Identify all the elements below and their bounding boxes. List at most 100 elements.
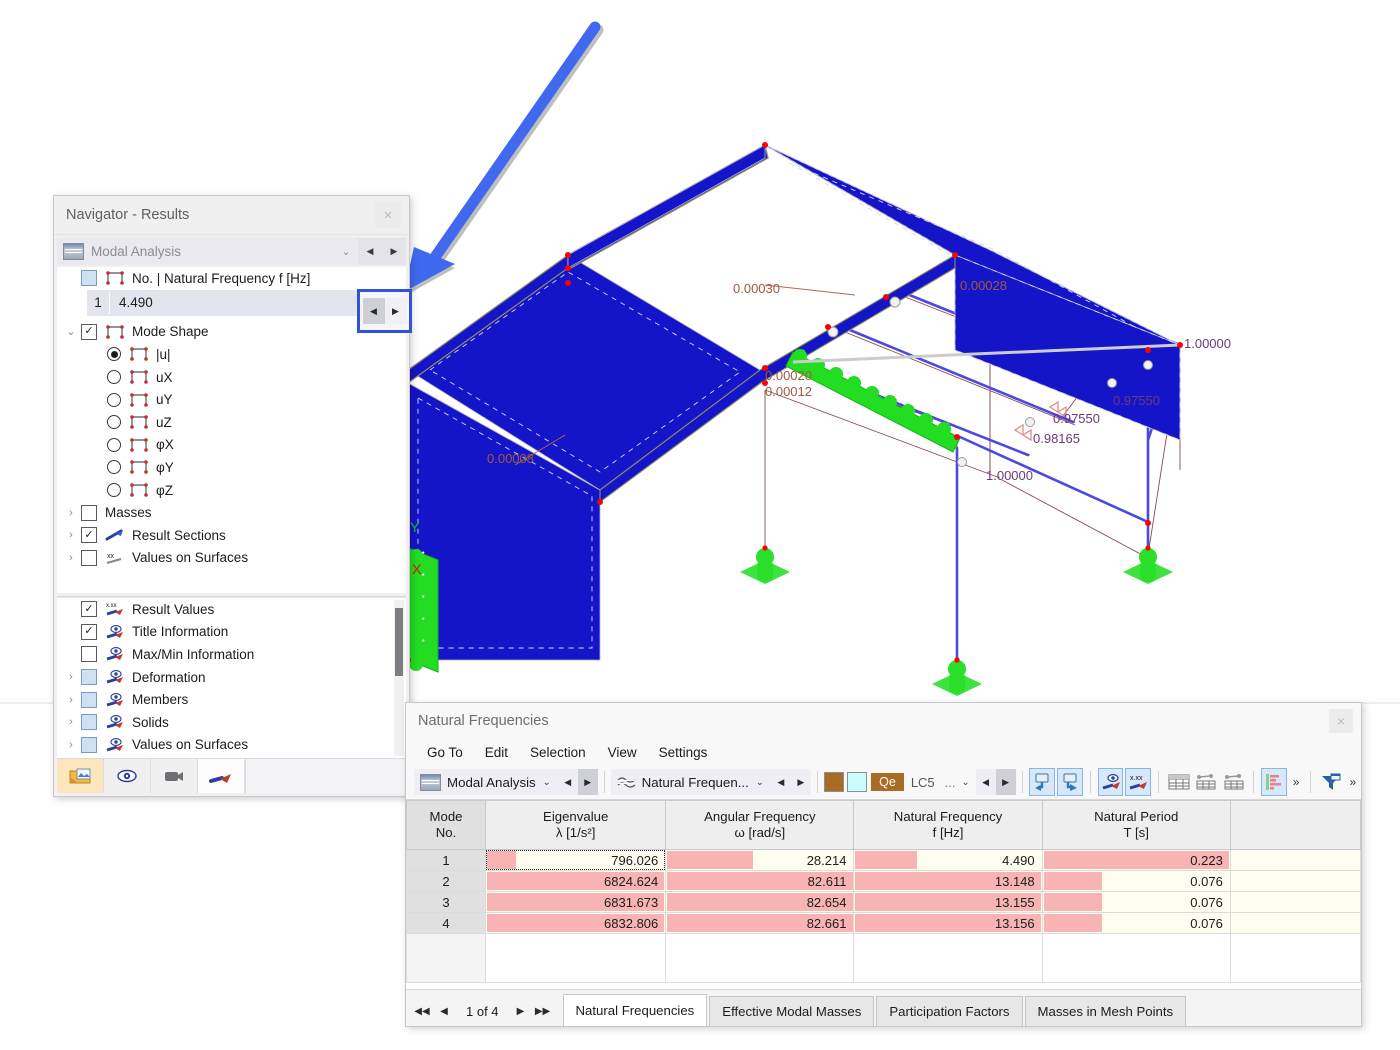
tree-item-mode-shape-uz[interactable]: uZ: [57, 411, 406, 434]
tree-item-max-min-information[interactable]: Max/Min Information: [57, 643, 406, 666]
tab-natural-frequencies[interactable]: Natural Frequencies: [562, 994, 708, 1026]
checkbox-result-sections[interactable]: ✓: [81, 527, 97, 544]
menu-edit[interactable]: Edit: [474, 745, 519, 760]
pager-last-button[interactable]: ▶▶: [533, 1006, 553, 1017]
toolbar-table-next[interactable]: ▶: [790, 769, 811, 795]
checkbox-deformation[interactable]: [81, 669, 97, 686]
import-button[interactable]: [1057, 768, 1083, 796]
cell-angular[interactable]: 82.661: [665, 912, 855, 934]
xxx-result-icon[interactable]: x.xx: [1125, 768, 1151, 796]
expander-icon[interactable]: ›: [61, 694, 81, 706]
cell-period[interactable]: 0.076: [1041, 870, 1231, 892]
cell-frequency[interactable]: 4.490: [853, 849, 1043, 871]
radio-uy[interactable]: [107, 392, 121, 407]
expander-icon[interactable]: ›: [61, 739, 81, 751]
export-to-excel-button[interactable]: [1029, 768, 1056, 796]
analysis-type-combo[interactable]: Modal Analysis ⌄ ◀ ▶: [57, 238, 406, 265]
close-icon[interactable]: ×: [1329, 709, 1353, 733]
tree-item-mode-shape-phiy[interactable]: φY: [57, 456, 406, 479]
table-menubar[interactable]: Go To Edit Selection View Settings: [406, 739, 1361, 765]
cell-frequency[interactable]: 13.155: [853, 891, 1043, 913]
tree-item-mode-shape-abs-u[interactable]: |u|: [57, 343, 406, 366]
navigator-tree-top[interactable]: No. | Natural Frequency f [Hz] 1 4.490 ⌄…: [57, 267, 406, 593]
toolbar-table-prev[interactable]: ◀: [770, 769, 791, 795]
checkbox-members[interactable]: [81, 691, 97, 708]
navigator-tab-strip[interactable]: [57, 758, 406, 793]
navigator-results-panel[interactable]: Navigator - Results × Modal Analysis ⌄ ◀…: [53, 195, 410, 797]
toolbar-analysis-combo[interactable]: Modal Analysis ⌄: [414, 769, 558, 795]
expander-icon[interactable]: ›: [61, 716, 81, 728]
tree-item-masses[interactable]: › Masses: [57, 501, 406, 524]
load-swatch-2[interactable]: [846, 772, 868, 792]
table-pager[interactable]: ◀◀ ◀ 1 of 4 ▶ ▶▶: [406, 996, 563, 1026]
menu-selection[interactable]: Selection: [519, 745, 597, 760]
render-navigator-tab[interactable]: [151, 759, 198, 793]
cell-eigenvalue[interactable]: 6824.624: [485, 870, 667, 892]
cell-spare[interactable]: [1229, 849, 1361, 871]
toolbar-overflow-1[interactable]: »: [1288, 775, 1304, 789]
tree-item-mode-shape-phix[interactable]: φX: [57, 434, 406, 457]
analysis-next-button[interactable]: ▶: [382, 238, 406, 265]
tree-item-mode-shape[interactable]: ⌄ ✓ Mode Shape: [57, 321, 406, 344]
chevron-down-icon[interactable]: ⌄: [749, 777, 771, 788]
radio-phiz[interactable]: [107, 483, 121, 498]
tab-effective-modal-masses[interactable]: Effective Modal Masses: [709, 996, 875, 1026]
natural-frequencies-table[interactable]: Mode No. Eigenvalue λ [1/s²] Angular Fre…: [406, 799, 1361, 989]
cell-mode-no[interactable]: 2: [406, 870, 487, 892]
checkbox-solids[interactable]: [81, 714, 97, 731]
cell-mode-no[interactable]: 1: [406, 849, 487, 871]
radio-phix[interactable]: [107, 437, 121, 452]
cell-period[interactable]: 0.076: [1041, 891, 1231, 913]
expander-icon[interactable]: ›: [61, 529, 81, 541]
col-mode-no[interactable]: Mode No.: [406, 800, 487, 850]
table-row[interactable]: 4 6832.806 82.661 13.156 0.076: [406, 912, 1361, 934]
tree-item-natural-frequency-group[interactable]: No. | Natural Frequency f [Hz]: [57, 267, 406, 290]
tab-masses-in-mesh-points[interactable]: Masses in Mesh Points: [1024, 996, 1187, 1026]
toolbar-analysis-prev[interactable]: ◀: [557, 769, 578, 795]
cell-frequency[interactable]: 13.156: [853, 912, 1043, 934]
table-toolbar[interactable]: Modal Analysis ⌄ ◀ ▶ Natural Frequen... …: [406, 765, 1361, 799]
checkbox-natural-frequency-group[interactable]: [81, 270, 97, 287]
cell-eigenvalue[interactable]: 6832.806: [485, 912, 667, 934]
table-row[interactable]: 3 6831.673 82.654 13.155 0.076: [406, 891, 1361, 913]
tree-item-values-on-surfaces-bottom[interactable]: › Values on Surfaces: [57, 734, 406, 757]
navigator-tree-bottom[interactable]: ✓ x.xx Result Values ✓ Title Information: [57, 597, 406, 758]
toolbar-load-next[interactable]: ▶: [995, 769, 1016, 795]
tree-item-result-sections[interactable]: › ✓ Result Sections: [57, 524, 406, 547]
project-navigator-tab[interactable]: [57, 759, 104, 793]
checkbox-mode-shape[interactable]: ✓: [81, 323, 97, 340]
checkbox-result-values[interactable]: ✓: [81, 601, 97, 618]
toolbar-overflow-2[interactable]: »: [1345, 775, 1361, 789]
mode-prev-button[interactable]: ◀: [362, 298, 385, 324]
table-row[interactable]: 2 6824.624 82.611 13.148 0.076: [406, 870, 1361, 892]
natural-frequencies-window[interactable]: Natural Frequencies × Go To Edit Selecti…: [405, 702, 1362, 1027]
tree-item-deformation[interactable]: › Deformation: [57, 666, 406, 689]
chevron-down-icon[interactable]: ⌄: [536, 777, 558, 788]
tab-participation-factors[interactable]: Participation Factors: [876, 996, 1023, 1026]
load-swatch-1[interactable]: [823, 772, 844, 792]
mode-next-button[interactable]: ▶: [384, 298, 407, 324]
navigator-scrollbar[interactable]: [394, 600, 404, 756]
pager-prev-button[interactable]: ◀: [434, 1006, 454, 1017]
cell-angular[interactable]: 82.654: [665, 891, 855, 913]
table-chart-icon[interactable]: [1193, 768, 1218, 796]
toolbar-analysis-next[interactable]: ▶: [577, 769, 598, 795]
radio-abs-u[interactable]: [107, 347, 121, 362]
cell-angular[interactable]: 28.214: [665, 849, 855, 871]
menu-go-to[interactable]: Go To: [416, 745, 474, 760]
expander-icon[interactable]: ›: [61, 671, 81, 683]
col-angular-frequency[interactable]: Angular Frequency ω [rad/s]: [665, 800, 855, 850]
cell-spare[interactable]: [1229, 870, 1361, 892]
menu-settings[interactable]: Settings: [648, 745, 719, 760]
load-more-label[interactable]: ...: [945, 775, 956, 790]
checkbox-title-information[interactable]: ✓: [81, 623, 97, 640]
radio-uz[interactable]: [107, 415, 121, 430]
cell-mode-no[interactable]: 3: [406, 891, 487, 913]
table-row[interactable]: 1 796.026 28.214 4.490 0.223: [406, 849, 1361, 871]
table-chart2-icon[interactable]: [1221, 768, 1246, 796]
toolbar-table-combo[interactable]: Natural Frequen... ⌄: [610, 769, 771, 795]
load-tag-badge[interactable]: Qe: [871, 773, 904, 791]
close-icon[interactable]: ×: [375, 202, 401, 228]
expander-icon[interactable]: ⌄: [61, 325, 81, 338]
results-navigator-tab[interactable]: [198, 759, 245, 793]
